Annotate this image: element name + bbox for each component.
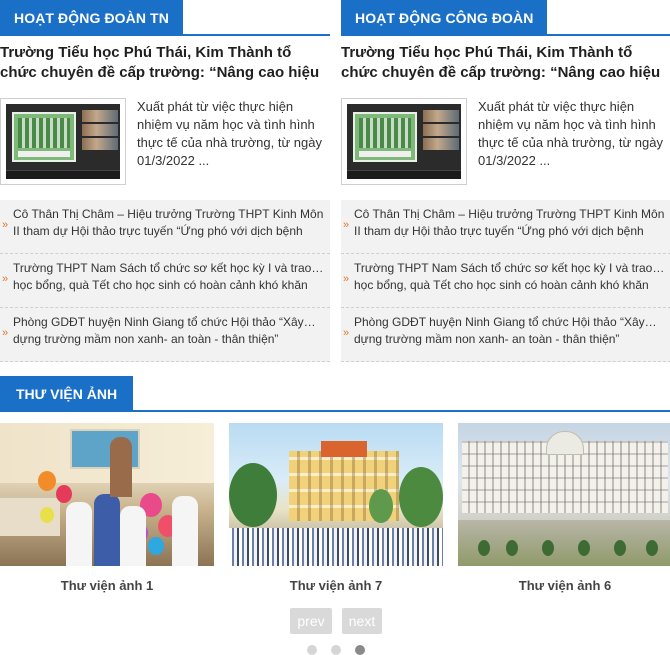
gallery-caption[interactable]: Thư viện ảnh 7 bbox=[229, 578, 443, 593]
carousel-dot-2[interactable] bbox=[331, 645, 341, 655]
list-item-title-line2[interactable]: dựng trường mầm non xanh- an toàn - thân… bbox=[354, 331, 670, 348]
featured-article-thumbnail[interactable] bbox=[341, 98, 467, 185]
double-chevron-right-icon: » bbox=[2, 273, 9, 285]
carousel-dot-3[interactable] bbox=[355, 645, 365, 655]
list-item-title-line1[interactable]: Trường THPT Nam Sách tổ chức sơ kết học … bbox=[13, 260, 331, 277]
section-hoat-dong-cong-doan: HOẠT ĐỘNG CÔNG ĐOÀN Trường Tiểu học Phú … bbox=[341, 0, 670, 362]
list-item-title-line2[interactable]: II tham dự Hội thảo trực tuyến “Ứng phó … bbox=[354, 223, 670, 240]
double-chevron-right-icon: » bbox=[343, 273, 350, 285]
list-item-title-line1[interactable]: Phòng GDĐT huyện Ninh Giang tổ chức Hội … bbox=[354, 314, 670, 331]
gallery-photo-school-building[interactable] bbox=[229, 423, 443, 566]
featured-article: Xuất phát từ việc thực hiện nhiệm vụ năm… bbox=[341, 98, 670, 190]
featured-article-thumbnail[interactable] bbox=[0, 98, 126, 185]
gallery-caption[interactable]: Thư viện ảnh 6 bbox=[458, 578, 670, 593]
double-chevron-right-icon: » bbox=[2, 219, 9, 231]
gallery-item[interactable]: Thư viện ảnh 6 bbox=[458, 423, 670, 593]
list-item-title-line1[interactable]: Trường THPT Nam Sách tổ chức sơ kết học … bbox=[354, 260, 670, 277]
featured-article-excerpt: Xuất phát từ việc thực hiện nhiệm vụ năm… bbox=[137, 99, 322, 168]
gallery-photo-classroom[interactable] bbox=[0, 423, 214, 566]
video-call-image bbox=[6, 104, 120, 179]
next-button[interactable]: next bbox=[342, 608, 382, 634]
double-chevron-right-icon: » bbox=[2, 327, 9, 339]
list-item-title-line1[interactable]: Cô Thân Thị Châm – Hiệu trưởng Trường TH… bbox=[13, 206, 331, 223]
featured-article-title[interactable]: Trường Tiểu học Phú Thái, Kim Thành tổ c… bbox=[0, 43, 330, 83]
featured-article-title[interactable]: Trường Tiểu học Phú Thái, Kim Thành tổ c… bbox=[341, 43, 670, 83]
gallery-title[interactable]: THƯ VIỆN ẢNH bbox=[0, 376, 134, 412]
prev-button[interactable]: prev bbox=[290, 608, 332, 634]
list-item[interactable]: » Trường THPT Nam Sách tổ chức sơ kết họ… bbox=[0, 254, 330, 308]
gallery-header: THƯ VIỆN ẢNH bbox=[0, 376, 670, 412]
list-item[interactable]: » Trường THPT Nam Sách tổ chức sơ kết họ… bbox=[341, 254, 670, 308]
carousel-dot-1[interactable] bbox=[307, 645, 317, 655]
gallery-caption[interactable]: Thư viện ảnh 1 bbox=[0, 578, 214, 593]
list-item-title-line2[interactable]: học bổng, quà Tết cho học sinh có hoàn c… bbox=[13, 277, 331, 294]
section-header: HOẠT ĐỘNG ĐOÀN TN bbox=[0, 0, 330, 36]
list-item-title-line1[interactable]: Cô Thân Thị Châm – Hiệu trưởng Trường TH… bbox=[354, 206, 670, 223]
list-item[interactable]: » Cô Thân Thị Châm – Hiệu trưởng Trường … bbox=[0, 200, 330, 254]
gallery-pager: prev next bbox=[0, 608, 670, 634]
list-item[interactable]: » Phòng GDĐT huyện Ninh Giang tổ chức Hộ… bbox=[341, 308, 670, 362]
section-title[interactable]: HOẠT ĐỘNG ĐOÀN TN bbox=[0, 0, 183, 36]
list-item[interactable]: » Phòng GDĐT huyện Ninh Giang tổ chức Hộ… bbox=[0, 308, 330, 362]
section-hoat-dong-doan-tn: HOẠT ĐỘNG ĐOÀN TN Trường Tiểu học Phú Th… bbox=[0, 0, 330, 362]
list-item-title-line2[interactable]: II tham dự Hội thảo trực tuyến “Ứng phó … bbox=[13, 223, 331, 240]
gallery-item[interactable]: Thư viện ảnh 1 bbox=[0, 423, 214, 593]
gallery-photo-campus[interactable] bbox=[458, 423, 670, 566]
list-item[interactable]: » Cô Thân Thị Châm – Hiệu trưởng Trường … bbox=[341, 200, 670, 254]
double-chevron-right-icon: » bbox=[343, 219, 350, 231]
section-title[interactable]: HOẠT ĐỘNG CÔNG ĐOÀN bbox=[341, 0, 548, 36]
video-call-image bbox=[347, 104, 461, 179]
news-list: » Cô Thân Thị Châm – Hiệu trưởng Trường … bbox=[0, 200, 330, 362]
featured-article: Xuất phát từ việc thực hiện nhiệm vụ năm… bbox=[0, 98, 330, 190]
list-item-title-line2[interactable]: dựng trường mầm non xanh- an toàn - thân… bbox=[13, 331, 331, 348]
gallery-dots bbox=[0, 645, 670, 655]
section-header: HOẠT ĐỘNG CÔNG ĐOÀN bbox=[341, 0, 670, 36]
news-list: » Cô Thân Thị Châm – Hiệu trưởng Trường … bbox=[341, 200, 670, 362]
gallery-item[interactable]: Thư viện ảnh 7 bbox=[229, 423, 443, 593]
list-item-title-line1[interactable]: Phòng GDĐT huyện Ninh Giang tổ chức Hội … bbox=[13, 314, 331, 331]
featured-article-excerpt: Xuất phát từ việc thực hiện nhiệm vụ năm… bbox=[478, 99, 663, 168]
list-item-title-line2[interactable]: học bổng, quà Tết cho học sinh có hoàn c… bbox=[354, 277, 670, 294]
double-chevron-right-icon: » bbox=[343, 327, 350, 339]
